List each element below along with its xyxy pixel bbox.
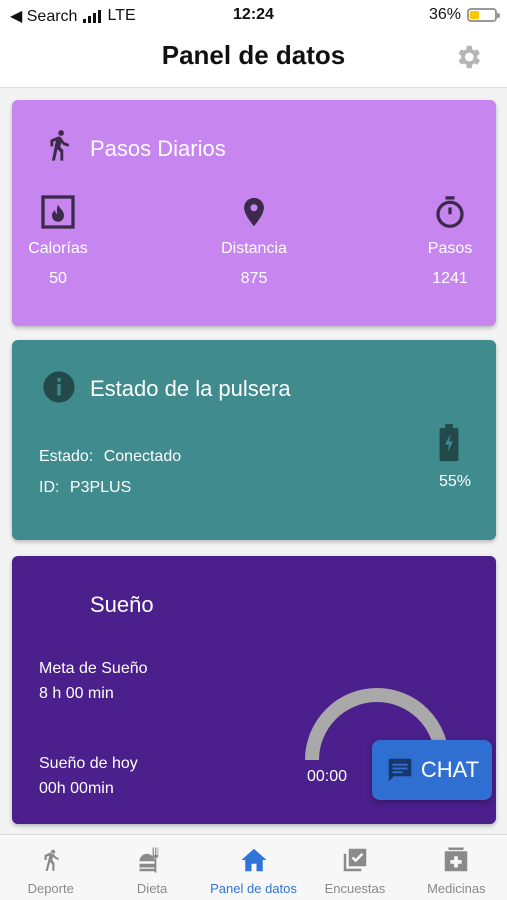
diet-icon xyxy=(139,847,159,873)
chat-label: CHAT xyxy=(420,757,480,782)
steps-label: Pasos xyxy=(427,240,473,257)
nav-label-medicines: Medicinas xyxy=(427,881,486,896)
nav-item-surveys[interactable]: Encuestas xyxy=(304,835,405,900)
sleep-card-title: Sueño xyxy=(90,592,154,617)
sleep-goal-label: Meta de Sueño xyxy=(39,660,148,677)
nav-label-sport: Deporte xyxy=(27,881,74,896)
band-status-value: Conectado xyxy=(103,448,182,465)
sleep-today-label: Sueño de hoy xyxy=(39,755,138,772)
sleep-today-value: 00h 00min xyxy=(39,780,114,797)
distance-label: Distancia xyxy=(221,240,287,257)
band-battery-value: 55% xyxy=(438,473,472,490)
app-header: Panel de datos xyxy=(0,30,507,88)
band-card-title: Estado de la pulsera xyxy=(90,376,291,401)
walking-icon xyxy=(50,130,69,161)
nav-item-diet[interactable]: Dieta xyxy=(101,835,202,900)
nav-label-diet: Dieta xyxy=(136,881,168,896)
chat-icon xyxy=(388,758,412,782)
bottom-nav: Deporte Dieta Panel de datos Encuestas M… xyxy=(0,834,507,900)
distance-metric: Distancia 875 xyxy=(204,192,304,288)
steps-card-title: Pasos Diarios xyxy=(90,136,226,161)
page-title: Panel de datos xyxy=(161,40,346,70)
battery-fill xyxy=(470,11,479,19)
calories-metric: Calorías 50 xyxy=(18,192,98,288)
band-status-label: Estado: xyxy=(39,448,94,465)
location-pin-icon xyxy=(244,197,264,227)
nav-item-sport[interactable]: Deporte xyxy=(0,835,101,900)
nav-item-dashboard[interactable]: Panel de datos xyxy=(203,835,304,900)
stopwatch-icon xyxy=(436,196,464,228)
sleep-goal-value: 8 h 00 min xyxy=(39,685,114,702)
sport-icon xyxy=(44,849,59,871)
distance-value: 875 xyxy=(240,270,268,287)
battery-percent: 36% xyxy=(428,6,461,23)
band-status-row: Estado: Conectado xyxy=(39,448,181,466)
calories-icon xyxy=(41,195,75,229)
band-id-row: ID: P3PLUS xyxy=(39,479,131,497)
nav-item-medicines[interactable]: Medicinas xyxy=(406,835,507,900)
calories-value: 50 xyxy=(49,270,67,287)
gear-icon[interactable] xyxy=(453,42,483,72)
medicine-icon xyxy=(445,847,468,872)
survey-icon xyxy=(343,848,367,872)
sleep-gauge-value: 00:00 xyxy=(307,768,348,785)
chat-button[interactable]: CHAT xyxy=(372,740,492,800)
band-status-card[interactable]: Estado de la pulsera Estado: Conectado I… xyxy=(12,340,496,540)
status-right: 36% xyxy=(428,6,500,24)
steps-value: 1241 xyxy=(432,270,468,287)
status-bar: ◀ Search LTE 12:24 36% xyxy=(0,0,507,30)
moon-icon xyxy=(51,586,66,616)
steps-card[interactable]: Pasos Diarios Calorías 50 Distancia 875 xyxy=(12,100,496,326)
battery-charging-icon xyxy=(439,424,459,462)
info-icon xyxy=(43,371,75,403)
home-icon xyxy=(241,848,267,872)
steps-metric: Pasos 1241 xyxy=(410,192,490,288)
battery-icon xyxy=(467,8,500,22)
calories-label: Calorías xyxy=(28,240,88,257)
band-id-label: ID: xyxy=(39,479,60,496)
band-id-value: P3PLUS xyxy=(69,479,132,496)
nav-label-surveys: Encuestas xyxy=(324,881,386,896)
nav-label-dashboard: Panel de datos xyxy=(210,881,297,896)
